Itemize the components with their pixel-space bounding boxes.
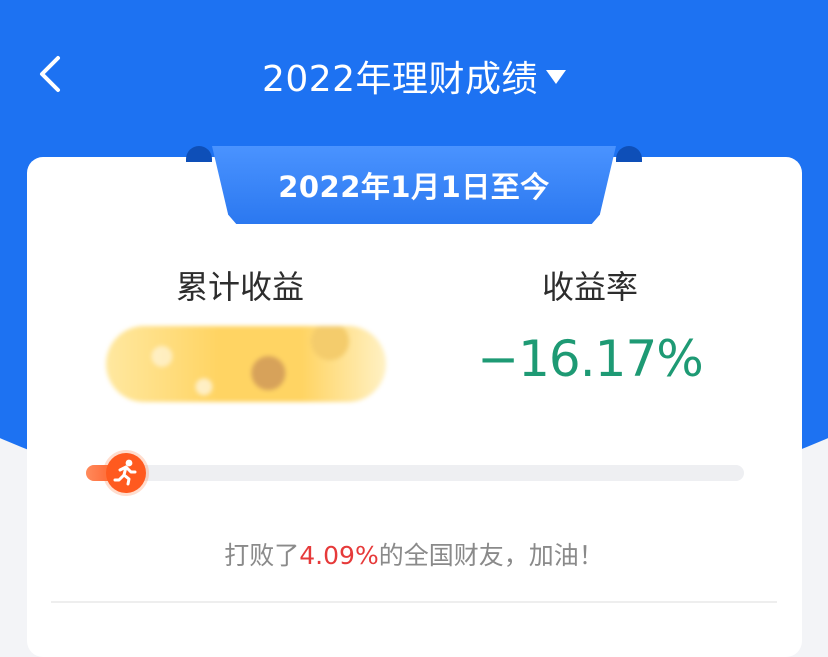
runner-icon bbox=[106, 453, 146, 493]
cumulative-earnings-value bbox=[106, 326, 386, 402]
beat-percentile-message: 打败了4.09%的全国财友，加油！ bbox=[0, 536, 828, 572]
page-title: 2022年理财成绩 bbox=[261, 59, 539, 100]
caret-down-icon bbox=[546, 70, 567, 84]
cumulative-earnings-label: 累计收益 bbox=[175, 268, 304, 306]
return-rate-value: −16.17% bbox=[477, 330, 704, 388]
beat-suffix: 的全国财友，加油！ bbox=[378, 541, 604, 570]
period-ribbon: 2022年1月1日至今 bbox=[212, 146, 616, 224]
section-divider bbox=[51, 601, 777, 603]
header-bar: 2022年理财成绩 bbox=[0, 0, 828, 150]
period-label: 2022年1月1日至今 bbox=[278, 170, 550, 204]
beat-prefix: 打败了 bbox=[224, 541, 300, 570]
rank-progress-track bbox=[86, 453, 744, 493]
year-selector[interactable]: 2022年理财成绩 bbox=[0, 50, 828, 102]
beat-percent: 4.09% bbox=[299, 541, 379, 570]
performance-card bbox=[27, 157, 802, 657]
return-rate-label: 收益率 bbox=[541, 268, 638, 306]
